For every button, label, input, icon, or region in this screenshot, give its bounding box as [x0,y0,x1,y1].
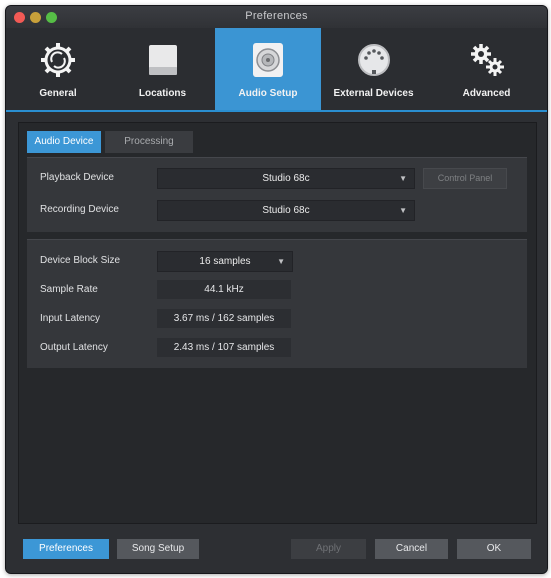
preferences-button[interactable]: Preferences [23,539,109,559]
tab-audio-device[interactable]: Audio Device [27,131,101,153]
settings-panel: Device Block Size 16 samples ▼ Sample Ra… [27,239,527,368]
playback-device-label: Playback Device [40,172,114,183]
toolbar-general[interactable]: General [6,28,110,110]
speaker-icon [248,40,288,85]
preferences-window: Preferences General Locations Audio Setu… [5,5,548,574]
window-title: Preferences [245,10,308,22]
control-panel-button[interactable]: Control Panel [423,168,507,189]
gears-icon [467,40,507,85]
device-panel: Playback Device Studio 68c ▼ Control Pan… [27,157,527,232]
toolbar-external-devices[interactable]: External Devices [321,28,426,110]
toolbar-label-advanced: Advanced [462,88,511,99]
recording-device-label: Recording Device [40,204,119,215]
chevron-down-icon: ▼ [277,257,285,266]
tab-processing[interactable]: Processing [105,131,193,153]
toolbar-label-locations: Locations [138,88,187,99]
playback-device-dropdown[interactable]: Studio 68c ▼ [157,168,415,189]
toolbar-label-external-devices: External Devices [333,88,414,99]
ok-button[interactable]: OK [457,539,531,559]
block-size-label: Device Block Size [40,255,121,266]
audio-setup-content: Audio Device Processing Playback Device … [18,122,537,524]
title-bar: Preferences [6,6,547,29]
cancel-button[interactable]: Cancel [375,539,448,559]
preferences-toolbar: General Locations Audio Setup External D… [6,28,547,112]
block-size-dropdown[interactable]: 16 samples ▼ [157,251,293,272]
chevron-down-icon: ▼ [399,174,407,183]
sample-rate-label: Sample Rate [40,284,98,295]
input-latency-value: 3.67 ms / 162 samples [157,309,291,328]
footer-bar: Preferences Song Setup Apply Cancel OK [6,526,547,573]
chevron-down-icon: ▼ [399,206,407,215]
output-latency-value: 2.43 ms / 107 samples [157,338,291,357]
toolbar-advanced[interactable]: Advanced [426,28,547,110]
toolbar-label-audio-setup: Audio Setup [238,88,298,99]
output-latency-label: Output Latency [40,342,108,353]
midi-connector-icon [354,40,394,85]
apply-button[interactable]: Apply [291,539,366,559]
song-setup-button[interactable]: Song Setup [117,539,199,559]
general-gear-icon [38,40,78,85]
recording-device-value: Studio 68c [262,205,310,216]
toolbar-label-general: General [39,88,77,99]
recording-device-dropdown[interactable]: Studio 68c ▼ [157,200,415,221]
input-latency-label: Input Latency [40,313,101,324]
toolbar-locations[interactable]: Locations [110,28,215,110]
playback-device-value: Studio 68c [262,173,310,184]
toolbar-audio-setup[interactable]: Audio Setup [215,28,321,110]
drive-icon [143,40,183,85]
sample-rate-value: 44.1 kHz [157,280,291,299]
block-size-value: 16 samples [199,256,251,267]
